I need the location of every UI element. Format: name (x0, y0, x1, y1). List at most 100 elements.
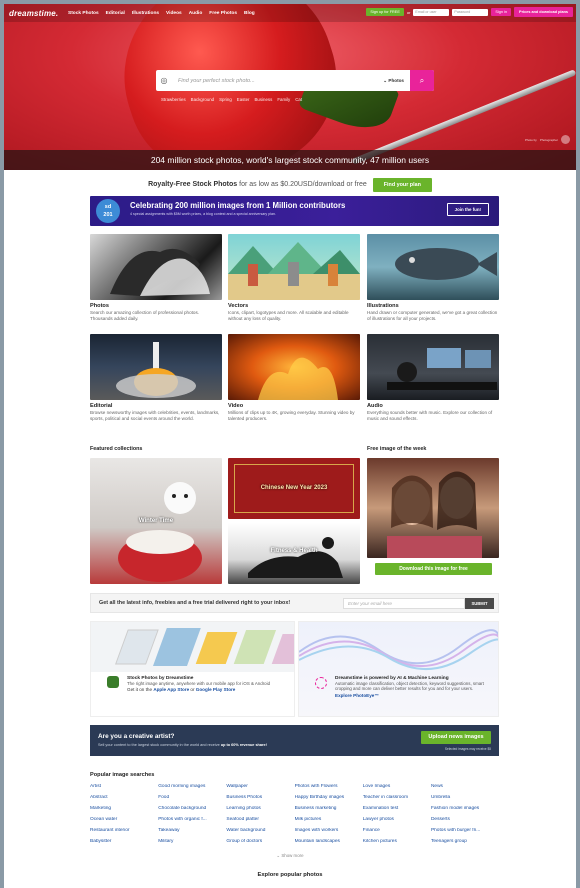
anniversary-banner[interactable]: sd 201 Celebrating 200 million images fro… (90, 196, 499, 226)
logo[interactable]: dreamstime. (9, 9, 61, 18)
join-fun-button[interactable]: Join the fun! (446, 203, 489, 216)
search-input[interactable]: Find your perfect stock photo... (172, 78, 383, 84)
category-title[interactable]: Photos (90, 303, 222, 309)
audio-thumbnail[interactable] (367, 334, 499, 400)
popular-search-link[interactable]: Examination test (363, 806, 431, 812)
popular-search-link[interactable]: Group of doctors (226, 839, 294, 845)
nav-free-photos[interactable]: Free Photos (209, 11, 237, 16)
editorial-thumbnail[interactable] (90, 334, 222, 400)
popular-search-link[interactable]: Military (158, 839, 226, 845)
category-photos[interactable]: Photos Search our amazing collection of … (90, 234, 222, 321)
newsletter-submit-button[interactable]: SUBMIT (465, 598, 494, 609)
popular-search-link[interactable]: Food (158, 795, 226, 801)
nav-audio[interactable]: Audio (189, 11, 203, 16)
popular-search-link[interactable]: Business Photos (226, 795, 294, 801)
popular-search-link[interactable]: Ocean water (90, 817, 158, 823)
popular-search-link[interactable]: Umbrella (431, 795, 499, 801)
nav-videos[interactable]: Videos (166, 11, 182, 16)
nav-editorial[interactable]: Editorial (106, 11, 125, 16)
email-field[interactable]: Email or user (413, 8, 450, 16)
popular-search-link[interactable]: Photos with Flowers (295, 784, 363, 790)
eye-icon[interactable]: ◎ (156, 76, 172, 85)
vectors-thumbnail[interactable] (228, 234, 360, 300)
show-more-link[interactable]: ⌄ Show more (4, 853, 576, 859)
google-play-link[interactable]: Google Play Store (196, 687, 236, 692)
popular-search-link[interactable]: Takeaway (158, 828, 226, 834)
popular-search-link[interactable]: Abstract (90, 795, 158, 801)
newsletter-email-input[interactable]: Enter your email here (343, 598, 465, 609)
popular-search-link[interactable]: News (431, 784, 499, 790)
video-thumbnail[interactable] (228, 334, 360, 400)
app-store-link[interactable]: Apple App Store (153, 687, 189, 692)
upload-news-button[interactable]: Upload news images (421, 731, 491, 744)
popular-search-link[interactable]: Business marketing (295, 806, 363, 812)
popular-search-link[interactable]: Water background (226, 828, 294, 834)
popular-search-link[interactable]: Restaurant interior (90, 828, 158, 834)
prices-button[interactable]: Prices and download plans (514, 7, 573, 17)
find-plan-button[interactable]: Find your plan (372, 177, 432, 192)
category-desc: Icons, clipart, logotypes and more. All … (228, 310, 349, 321)
tag-link[interactable]: Easter (237, 97, 250, 102)
royalty-strip: Royalty-Free Stock Photos for as low as … (4, 175, 576, 194)
category-title[interactable]: Illustrations (367, 303, 499, 309)
category-desc: Hand drawn or computer generated, we've … (367, 310, 498, 321)
explore-photoeye-link[interactable]: Explore PhotoEye™ (335, 693, 379, 698)
category-audio[interactable]: Audio Everything sounds better with musi… (367, 334, 499, 421)
category-title[interactable]: Editorial (90, 403, 222, 409)
download-free-button[interactable]: Download this image for free (375, 563, 492, 575)
photos-thumbnail[interactable] (90, 234, 222, 300)
popular-search-link[interactable]: Wallpaper (226, 784, 294, 790)
popular-search-link[interactable]: Good morning images (158, 784, 226, 790)
category-desc: Everything sounds better with music. Exp… (367, 410, 493, 421)
popular-search-link[interactable]: Photos with organic f... (158, 817, 226, 823)
popular-search-link[interactable]: Desserts (431, 817, 499, 823)
popular-search-link[interactable]: Kitchen pictures (363, 839, 431, 845)
popular-search-link[interactable]: Photos with burger fri... (431, 828, 499, 834)
popular-search-link[interactable]: Love Images (363, 784, 431, 790)
popular-search-link[interactable]: Chocolate background (158, 806, 226, 812)
popular-search-link[interactable]: Artist (90, 784, 158, 790)
free-image-of-week[interactable] (367, 458, 499, 558)
signin-button[interactable]: Sign in (491, 8, 512, 16)
illustrations-thumbnail[interactable] (367, 234, 499, 300)
category-video[interactable]: Video Millions of clips up to 4K, growin… (228, 334, 360, 421)
popular-search-link[interactable]: Lawyer photos (363, 817, 431, 823)
password-field[interactable]: Password (452, 8, 489, 16)
tag-link[interactable]: Background (191, 97, 214, 102)
category-vectors[interactable]: Vectors Icons, clipart, logotypes and mo… (228, 234, 360, 321)
popular-search-link[interactable]: Babysitter (90, 839, 158, 845)
popular-search-link[interactable]: Learning photos (226, 806, 294, 812)
popular-search-link[interactable]: Marketing (90, 806, 158, 812)
category-title[interactable]: Audio (367, 403, 499, 409)
tag-link[interactable]: Business (255, 97, 273, 102)
tag-link[interactable]: Family (277, 97, 290, 102)
popular-search-link[interactable]: Seafood platter (226, 817, 294, 823)
search-type-select[interactable]: ⌄ Photos (383, 78, 410, 84)
category-illustrations[interactable]: Illustrations Hand drawn or computer gen… (367, 234, 499, 321)
category-title[interactable]: Video (228, 403, 360, 409)
popular-search-link[interactable]: Teenagers group (431, 839, 499, 845)
popular-search-link[interactable]: Milk pictures (295, 817, 363, 823)
signup-button[interactable]: Sign up for FREE (366, 8, 404, 16)
nav-blog[interactable]: Blog (244, 11, 255, 16)
tag-link[interactable]: Cat (295, 97, 302, 102)
popular-search-link[interactable]: Mountain landscapes (295, 839, 363, 845)
photo-credit[interactable]: Photo by Photographer (525, 135, 570, 144)
tag-link[interactable]: Strawberries (161, 97, 186, 102)
ai-icon (315, 677, 327, 689)
search-button[interactable]: ⌕ (410, 70, 434, 91)
collection-winter-time[interactable]: Winter Time (90, 458, 222, 584)
category-title[interactable]: Vectors (228, 303, 360, 309)
nav-stock-photos[interactable]: Stock Photos (68, 11, 99, 16)
popular-search-link[interactable]: Happy Birthday images (295, 795, 363, 801)
vector-landscape-image (228, 242, 360, 300)
category-editorial[interactable]: Editorial Browse newsworthy images with … (90, 334, 222, 421)
popular-search-link[interactable]: Fashion model images (431, 806, 499, 812)
nav-illustrations[interactable]: Illustrations (132, 11, 159, 16)
popular-search-link[interactable]: Finance (363, 828, 431, 834)
tag-link[interactable]: Spring (219, 97, 232, 102)
collection-chinese-new-year[interactable]: Chinese New Year 2023 (228, 458, 360, 519)
popular-search-link[interactable]: Teacher in classroom (363, 795, 431, 801)
popular-search-link[interactable]: Images with workers (295, 828, 363, 834)
collection-fitness-health[interactable]: Fitness & Health (228, 523, 360, 584)
